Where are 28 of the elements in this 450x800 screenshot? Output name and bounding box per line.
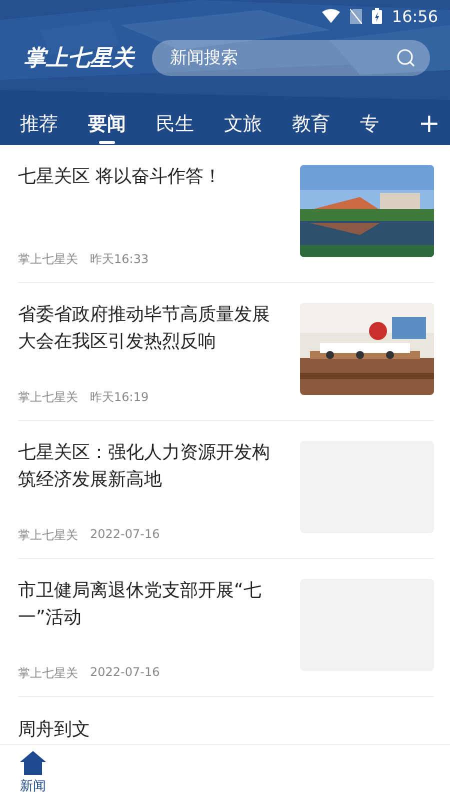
add-tab-button[interactable]: + [418, 109, 440, 139]
article-title[interactable]: 市卫健局离退休党支部开展“七一”活动 [18, 577, 286, 631]
battery-charging-icon [372, 8, 382, 24]
category-tab[interactable]: 专 [360, 103, 379, 145]
app-logo: 掌上七星关 [24, 44, 134, 73]
article-title[interactable]: 七星关区 将以奋斗作答！ [18, 163, 286, 190]
article-title[interactable]: 七星关区：强化人力资源开发构筑经济发展新高地 [18, 439, 286, 493]
article-source: 掌上七星关 [18, 251, 78, 268]
article-time: 2022-07-16 [90, 665, 160, 681]
category-tab[interactable]: 民生 [156, 103, 194, 145]
status-time: 16:56 [392, 6, 438, 26]
article-title[interactable]: 省委省政府推动毕节高质量发展大会在我区引发热烈反响 [18, 301, 286, 355]
category-tab[interactable]: 要闻 [88, 103, 126, 145]
article-source: 掌上七星关 [18, 389, 78, 406]
article-time: 2022-07-16 [90, 527, 160, 543]
category-tab[interactable]: 推荐 [20, 103, 58, 145]
article-source: 掌上七星关 [18, 527, 78, 544]
article-source: 掌上七星关 [18, 665, 78, 682]
no-sim-icon [350, 8, 362, 24]
wifi-icon [322, 9, 340, 23]
search-icon[interactable] [396, 48, 416, 68]
article-time: 昨天16:19 [90, 389, 149, 406]
nav-item[interactable]: 新闻 [20, 745, 46, 800]
article-title[interactable]: 周舟到文 [18, 716, 90, 743]
home-icon [20, 751, 46, 775]
category-tab[interactable]: 教育 [292, 103, 330, 145]
category-tab[interactable]: 文旅 [224, 103, 262, 145]
article-time: 昨天16:33 [90, 251, 149, 268]
